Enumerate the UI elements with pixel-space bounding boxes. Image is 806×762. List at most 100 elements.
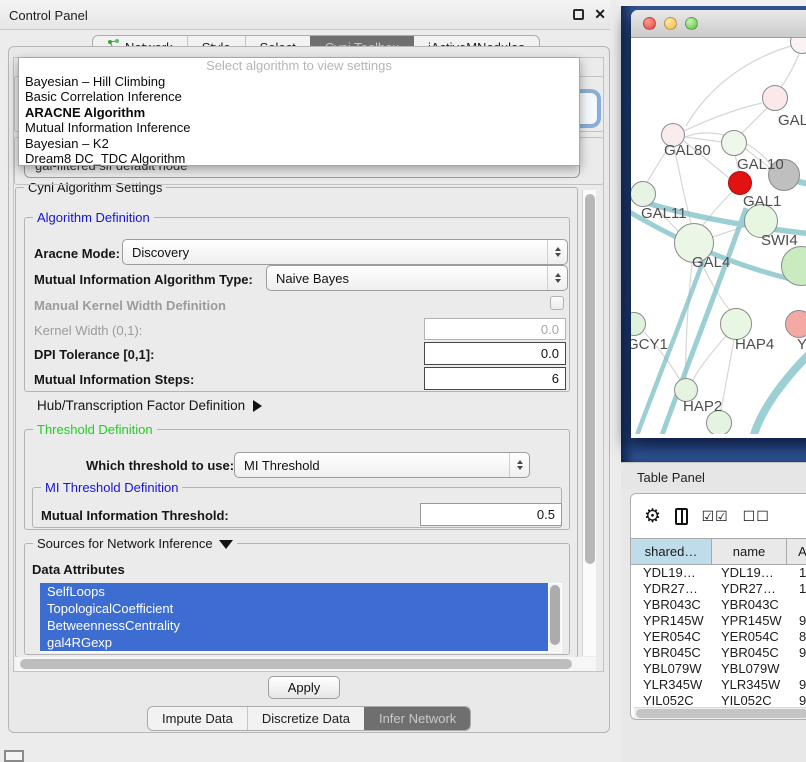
table-row[interactable]: YDR27…YDR27…12: [631, 581, 806, 597]
threshold-definition-title: Threshold Definition: [33, 422, 157, 437]
columns-icon[interactable]: [675, 508, 688, 525]
expand-right-icon[interactable]: [253, 400, 262, 412]
node-label: HAP4: [735, 336, 774, 353]
dropdown-item[interactable]: Bayesian – K2: [19, 136, 579, 151]
aracne-mode-value: Discovery: [132, 245, 189, 260]
network-node-pink[interactable]: [785, 310, 806, 338]
control-panel-title: Control Panel: [9, 8, 88, 23]
aracne-mode-combo[interactable]: Discovery: [122, 239, 568, 265]
list-item[interactable]: gal4RGexp: [40, 634, 548, 651]
table-row[interactable]: YBR045CYBR045C9.: [631, 645, 806, 661]
which-threshold-label: Which threshold to use:: [86, 458, 234, 473]
list-item[interactable]: SelfLoops: [40, 583, 548, 600]
sources-title-text: Sources for Network Inference: [37, 536, 213, 551]
column-header-partial[interactable]: A: [787, 539, 806, 564]
node-table: shared… name A YDL19…YDL19…13 YDR27…YDR2…: [631, 538, 806, 709]
table-panel-header: Table Panel: [621, 462, 806, 490]
network-node[interactable]: [762, 85, 788, 111]
node-label: SWI4: [761, 232, 798, 249]
select-all-checkboxes-icon[interactable]: ☑☑: [702, 508, 729, 525]
which-threshold-value: MI Threshold: [244, 458, 320, 473]
hub-definition-label: Hub/Transcription Factor Definition: [37, 398, 245, 413]
combo-arrows-icon: [547, 266, 567, 290]
node-label: GAL4: [692, 254, 730, 271]
table-header-row: shared… name A: [631, 538, 806, 565]
table-row[interactable]: YBL079WYBL079W: [631, 661, 806, 677]
list-scrollbar[interactable]: [549, 584, 561, 652]
apply-button[interactable]: Apply: [268, 676, 340, 699]
manual-kernel-checkbox[interactable]: [550, 296, 564, 310]
top-strip: [618, 0, 806, 6]
mi-type-combo[interactable]: Naive Bayes: [266, 265, 568, 291]
column-header-name[interactable]: name: [712, 539, 787, 564]
control-panel-titlebar: Control Panel ✕: [0, 0, 618, 30]
panel-gap: [610, 0, 621, 762]
table-panel-area: ⚙ ☑☑ ☐☐ shared… name A YDL19…YDL19…13 YD…: [621, 490, 806, 762]
tab-infer-network-label: Infer Network: [379, 711, 456, 726]
gear-icon[interactable]: ⚙: [644, 507, 661, 526]
tab-impute-data[interactable]: Impute Data: [148, 707, 247, 730]
node-label: GCY1: [631, 336, 668, 353]
algorithm-definition-title: Algorithm Definition: [33, 210, 154, 225]
bottom-tabs: Impute Data Discretize Data Infer Networ…: [147, 706, 471, 731]
dropdown-prompt: Select algorithm to view settings: [19, 58, 579, 74]
dropdown-item-selected[interactable]: ARACNE Algorithm: [19, 105, 579, 120]
table-row[interactable]: YLR345WYLR345W9.: [631, 677, 806, 693]
sources-title: Sources for Network Inference: [33, 536, 237, 551]
list-item[interactable]: TopologicalCoefficient: [40, 600, 548, 617]
mi-type-value: Naive Bayes: [276, 271, 349, 286]
algorithm-dropdown-popup: Select algorithm to view settings Bayesi…: [18, 57, 580, 166]
window-zoom-icon[interactable]: [685, 17, 698, 30]
node-label: HAP2: [683, 398, 722, 415]
tab-discretize-data[interactable]: Discretize Data: [247, 707, 364, 730]
hide-panel-button[interactable]: [4, 750, 24, 762]
table-row[interactable]: YER054CYER054C8.: [631, 629, 806, 645]
network-window-titlebar[interactable]: [631, 10, 806, 38]
dpi-tolerance-label: DPI Tolerance [0,1]:: [34, 347, 154, 362]
close-icon[interactable]: ✕: [594, 6, 606, 23]
deselect-all-checkboxes-icon[interactable]: ☐☐: [743, 508, 770, 525]
dropdown-item[interactable]: Dream8 DC_TDC Algorithm: [19, 151, 579, 166]
node-label: GAL10: [737, 156, 784, 173]
which-threshold-combo[interactable]: MI Threshold: [234, 452, 530, 478]
dropdown-item[interactable]: Mutual Information Inference: [19, 120, 579, 135]
kernel-width-label: Kernel Width (0,1):: [34, 323, 142, 338]
cytoscape-desktop: GAL80 GAL10 GAL1 GAL11 SWI4 GAL4 GCY1 HA…: [621, 6, 806, 462]
table-row[interactable]: YBR043CYBR043C: [631, 597, 806, 613]
mi-threshold-group-title: MI Threshold Definition: [41, 480, 182, 495]
table-horizontal-scrollbar[interactable]: [634, 707, 806, 719]
network-node[interactable]: [721, 130, 747, 156]
table-toolbar: ⚙ ☑☑ ☐☐: [631, 494, 806, 538]
network-node-gal11[interactable]: [631, 181, 656, 207]
hub-definition-row[interactable]: Hub/Transcription Factor Definition: [37, 398, 262, 413]
dropdown-item[interactable]: Basic Correlation Inference: [19, 89, 579, 104]
tab-infer-network[interactable]: Infer Network: [364, 707, 470, 730]
dpi-tolerance-field[interactable]: 0.0: [424, 342, 566, 365]
column-header-shared-name[interactable]: shared…: [631, 539, 712, 564]
node-label: GAL: [778, 112, 806, 129]
network-canvas[interactable]: GAL80 GAL10 GAL1 GAL11 SWI4 GAL4 GCY1 HA…: [631, 38, 806, 434]
settings-vertical-scrollbar[interactable]: [582, 190, 596, 656]
mi-steps-field[interactable]: 6: [424, 367, 566, 390]
tab-impute-data-label: Impute Data: [162, 711, 233, 726]
table-panel-box: ⚙ ☑☑ ☐☐ shared… name A YDL19…YDL19…13 YD…: [630, 493, 806, 720]
combo-arrows-icon: [547, 240, 567, 264]
data-attributes-label: Data Attributes: [32, 562, 125, 577]
network-view-window[interactable]: GAL80 GAL10 GAL1 GAL11 SWI4 GAL4 GCY1 HA…: [631, 10, 806, 438]
aracne-mode-label: Aracne Mode:: [34, 246, 120, 261]
table-row[interactable]: YPR145WYPR145W9.: [631, 613, 806, 629]
float-window-icon[interactable]: [573, 9, 584, 20]
list-item[interactable]: BetweennessCentrality: [40, 617, 548, 634]
settings-horizontal-scrollbar[interactable]: [15, 657, 596, 671]
dropdown-item[interactable]: Bayesian – Hill Climbing: [19, 74, 579, 89]
mi-threshold-field[interactable]: 0.5: [420, 503, 562, 526]
window-close-icon[interactable]: [643, 17, 656, 30]
collapse-down-icon[interactable]: [219, 540, 233, 549]
window-minimize-icon[interactable]: [664, 17, 677, 30]
table-row[interactable]: YDL19…YDL19…13: [631, 565, 806, 581]
data-attributes-list[interactable]: SelfLoops TopologicalCoefficient Between…: [40, 583, 562, 653]
app-root: Control Panel ✕ Network Style Select Cyn…: [0, 0, 806, 762]
network-node-selected-red[interactable]: [728, 171, 752, 195]
kernel-width-field[interactable]: 0.0: [424, 318, 566, 340]
mi-type-label: Mutual Information Algorithm Type:: [34, 272, 253, 287]
